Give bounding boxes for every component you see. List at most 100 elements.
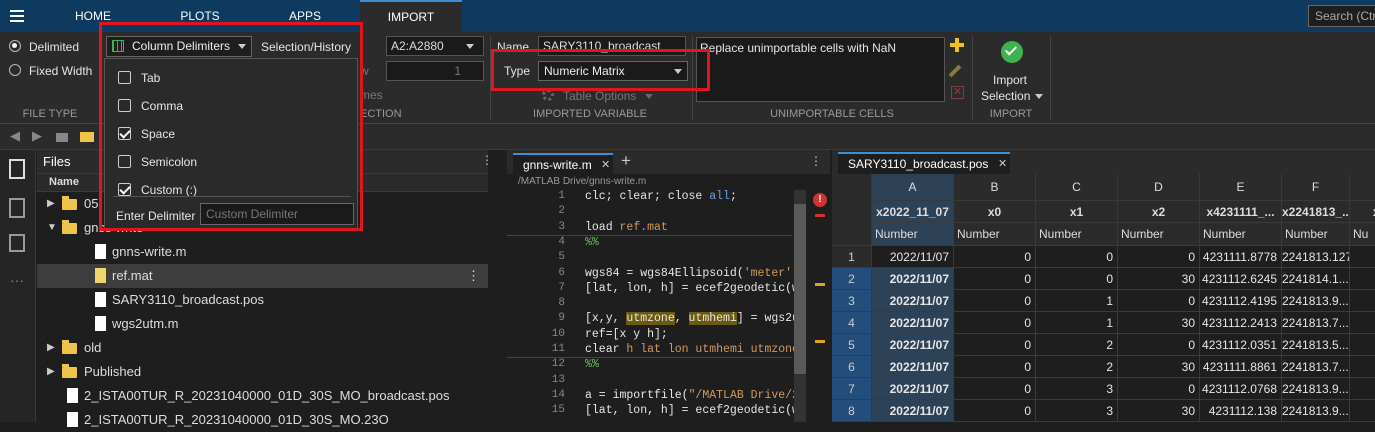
- variable-name-field[interactable]: SARY3110_broadcast: [538, 36, 686, 56]
- delimiter-option[interactable]: Space: [105, 121, 357, 147]
- tab-plots[interactable]: PLOTS: [150, 0, 250, 32]
- column-variable-name[interactable]: x1: [1036, 201, 1118, 223]
- table-cell[interactable]: 0: [954, 246, 1036, 268]
- table-cell[interactable]: 2022/11/07: [872, 378, 954, 400]
- delimited-radio[interactable]: [9, 40, 21, 52]
- file-list-item[interactable]: wgs2utm.m: [37, 312, 488, 336]
- table-cell[interactable]: 0: [954, 312, 1036, 334]
- import-selection-button-line1[interactable]: Import: [993, 73, 1027, 87]
- table-cell[interactable]: 30: [1118, 356, 1200, 378]
- row-number[interactable]: 8: [832, 400, 872, 422]
- code-line[interactable]: a = importfile("/MATLAB Drive/2_: [585, 389, 806, 402]
- table-cell[interactable]: 2241813.9...: [1282, 378, 1350, 400]
- table-cell[interactable]: [1350, 312, 1375, 334]
- file-list-item[interactable]: SARY3110_broadcast.pos: [37, 288, 488, 312]
- column-letter[interactable]: E: [1200, 174, 1282, 201]
- table-cell[interactable]: 2241814.1...: [1282, 268, 1350, 290]
- table-cell[interactable]: 0: [954, 400, 1036, 422]
- column-delimiters-dropdown[interactable]: Column Delimiters: [106, 36, 252, 57]
- column-type-dropdown[interactable]: Number: [954, 223, 1036, 246]
- column-letter[interactable]: G: [1350, 174, 1375, 201]
- table-cell[interactable]: 4231112.6245: [1200, 268, 1282, 290]
- column-type-dropdown[interactable]: Nu: [1350, 223, 1375, 246]
- code-line[interactable]: %%: [585, 236, 599, 249]
- file-list-item[interactable]: ▶ old: [37, 336, 488, 360]
- table-cell[interactable]: 0: [1118, 378, 1200, 400]
- close-icon[interactable]: ✕: [998, 157, 1007, 170]
- table-cell[interactable]: 2241813.7...: [1282, 312, 1350, 334]
- code-line[interactable]: [lat, lon, h] = ecef2geodetic(wg: [585, 404, 806, 417]
- new-tab-icon[interactable]: +: [621, 151, 631, 171]
- table-cell[interactable]: 0: [954, 356, 1036, 378]
- table-cell[interactable]: 0: [954, 378, 1036, 400]
- column-variable-name[interactable]: x4231111_...: [1200, 201, 1282, 223]
- import-selection-button-line2[interactable]: Selection: [981, 89, 1030, 103]
- browse-folder-icon[interactable]: [80, 132, 94, 142]
- table-cell[interactable]: 0: [1036, 268, 1118, 290]
- import-selection-check-icon[interactable]: [1001, 41, 1023, 63]
- history-icon[interactable]: [9, 234, 25, 252]
- table-cell[interactable]: 2241813.5...: [1282, 334, 1350, 356]
- file-list-item[interactable]: 2_ISTA00TUR_R_20231040000_01D_30S_MO.23O: [37, 408, 488, 432]
- checked-checkbox[interactable]: [118, 127, 131, 140]
- code-line[interactable]: clear h lat lon utmhemi utmzone: [585, 343, 799, 356]
- column-letter[interactable]: C: [1036, 174, 1118, 201]
- table-cell[interactable]: [1350, 246, 1375, 268]
- row-number[interactable]: 6: [832, 356, 872, 378]
- table-options-button[interactable]: Table Options: [563, 89, 636, 103]
- table-cell[interactable]: 0: [1118, 246, 1200, 268]
- table-cell[interactable]: 4231112.4195: [1200, 290, 1282, 312]
- table-cell[interactable]: 0: [954, 290, 1036, 312]
- file-list-item[interactable]: ref.mat ⋮: [37, 264, 488, 288]
- search-input[interactable]: Search (Ctr: [1308, 5, 1375, 27]
- file-list-item[interactable]: gnns-write.m: [37, 240, 488, 264]
- code-line[interactable]: ref=[x y h];: [585, 328, 668, 341]
- unimportable-rule-text[interactable]: Replace unimportable cells with NaN: [700, 41, 896, 55]
- table-cell[interactable]: 2022/11/07: [872, 290, 954, 312]
- column-letter[interactable]: D: [1118, 174, 1200, 201]
- fixed-width-radio[interactable]: [9, 64, 21, 76]
- delete-rule-icon[interactable]: ✕: [951, 86, 964, 99]
- table-cell[interactable]: [1350, 400, 1375, 422]
- table-cell[interactable]: 30: [1118, 268, 1200, 290]
- tab-apps[interactable]: APPS: [258, 0, 352, 32]
- table-cell[interactable]: 0: [1036, 246, 1118, 268]
- code-line[interactable]: %%: [585, 358, 599, 371]
- column-type-dropdown[interactable]: Number: [1200, 223, 1282, 246]
- close-icon[interactable]: ✕: [601, 158, 610, 171]
- row-number[interactable]: 5: [832, 334, 872, 356]
- tab-import[interactable]: IMPORT: [360, 0, 462, 32]
- table-cell[interactable]: 0: [1118, 334, 1200, 356]
- column-variable-name[interactable]: x2241813_...: [1282, 201, 1350, 223]
- checkbox[interactable]: [118, 71, 131, 84]
- row-number[interactable]: 1: [832, 246, 872, 268]
- table-cell[interactable]: 1: [1036, 290, 1118, 312]
- delimiter-option[interactable]: Tab: [105, 65, 357, 91]
- checkbox[interactable]: [118, 155, 131, 168]
- table-cell[interactable]: 2022/11/07: [872, 246, 954, 268]
- column-variable-name[interactable]: x2: [1118, 201, 1200, 223]
- table-cell[interactable]: [1350, 356, 1375, 378]
- code-line[interactable]: load ref.mat: [585, 221, 668, 234]
- table-cell[interactable]: 2241813.9...: [1282, 400, 1350, 422]
- chevron-right-icon[interactable]: ▶: [47, 360, 55, 384]
- more-icon[interactable]: ···: [10, 272, 24, 288]
- row-number[interactable]: 2: [832, 268, 872, 290]
- table-cell[interactable]: [1350, 334, 1375, 356]
- editor-scrollbar[interactable]: [794, 190, 806, 422]
- table-cell[interactable]: 2: [1036, 334, 1118, 356]
- file-list-item[interactable]: ▶ Published: [37, 360, 488, 384]
- table-cell[interactable]: 2022/11/07: [872, 356, 954, 378]
- column-letter[interactable]: B: [954, 174, 1036, 201]
- column-variable-name[interactable]: x0: [954, 201, 1036, 223]
- table-cell[interactable]: 2241813.127: [1282, 246, 1350, 268]
- code-line[interactable]: [x,y, utmzone, utmhemi] = wgs2ut: [585, 312, 806, 326]
- warning-marker[interactable]: [815, 283, 825, 286]
- table-cell[interactable]: 30: [1118, 312, 1200, 334]
- code-line[interactable]: clc; clear; close all;: [585, 190, 737, 203]
- table-cell[interactable]: 0: [954, 334, 1036, 356]
- column-type-dropdown[interactable]: Number: [872, 223, 954, 246]
- table-cell[interactable]: 1: [1036, 312, 1118, 334]
- delimiter-option[interactable]: Semicolon: [105, 149, 357, 175]
- chevron-right-icon[interactable]: ▶: [47, 336, 55, 360]
